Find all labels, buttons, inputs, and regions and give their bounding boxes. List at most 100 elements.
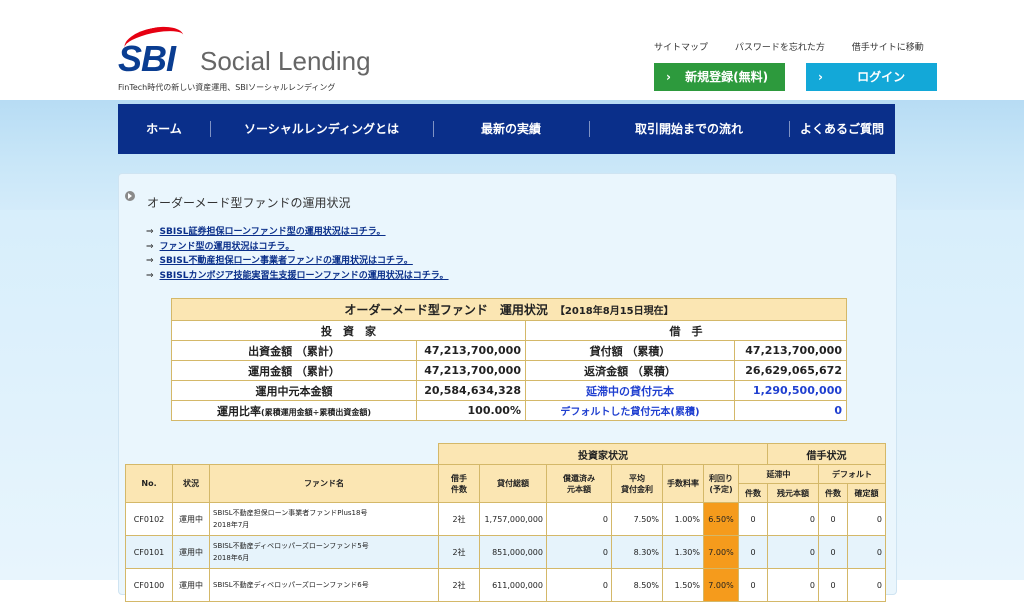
col-status: 状況 xyxy=(172,464,210,503)
arrow-right-icon: ⇒ xyxy=(146,241,154,252)
fund-name-line: SBISL不動産担保ローン事業者ファンドPlus18号 xyxy=(213,509,368,517)
fund-total: 611,000,000 xyxy=(479,568,547,602)
col-borrowers: 借手 件数 xyxy=(438,464,480,503)
summary-value: 26,629,065,672 xyxy=(734,360,847,381)
table-row: CF0101 運用中 SBISL不動産ディベロッパーズローンファンド5号 2018… xyxy=(125,535,886,569)
fund-status: 運用中 xyxy=(172,535,210,569)
empty-cell xyxy=(126,444,439,465)
summary-value: 0 xyxy=(734,400,847,421)
fund-d-amount: 0 xyxy=(767,535,819,569)
nav-results[interactable]: 最新の実績 xyxy=(433,104,589,154)
list-item: ⇒ ファンド型の運用状況はコチラ。 xyxy=(146,240,449,255)
fund-df-count: 0 xyxy=(818,502,848,536)
fund-name-line: SBISL不動産ディベロッパーズローンファンド5号 xyxy=(213,542,369,550)
fund-df-amount: 0 xyxy=(847,502,886,536)
col-avg-1: 平均 xyxy=(629,473,645,483)
securities-fund-link[interactable]: SBISL証券担保ローンファンド型の運用状況はコチラ。 xyxy=(160,227,386,237)
fund-rate: 8.30% xyxy=(611,535,663,569)
table-row: 出資金額 （累計） 47,213,700,000 貸付額 （累積） 47,213… xyxy=(171,340,847,361)
nav-about[interactable]: ソーシャルレンディングとは xyxy=(210,104,433,154)
nav-flow[interactable]: 取引開始までの流れ xyxy=(589,104,789,154)
col-d-remaining: 残元本額 xyxy=(767,483,819,503)
col-borrowers-2: 件数 xyxy=(451,484,467,494)
summary-value: 47,213,700,000 xyxy=(416,360,526,381)
col-yield-2: (予定) xyxy=(709,484,733,494)
table-row: CF0102 運用中 SBISL不動産担保ローン事業者ファンドPlus18号 20… xyxy=(125,502,886,536)
table-row: CF0100 運用中 SBISL不動産ディベロッパーズローンファンド6号 2社 … xyxy=(125,568,886,602)
fund-df-count: 0 xyxy=(818,535,848,569)
fund-date: 2018年7月 xyxy=(213,521,250,529)
fund-links: ⇒ SBISL証券担保ローンファンド型の運用状況はコチラ。 ⇒ ファンド型の運用状況… xyxy=(146,225,449,283)
arrow-right-icon: ⇒ xyxy=(146,256,154,266)
borrower-site-link[interactable]: 借手サイトに移動 xyxy=(852,43,924,53)
list-item: ⇒ SBISLカンボジア技能実習生支援ローンファンドの運用状況はコチラ。 xyxy=(146,269,449,284)
col-fund-name: ファンド名 xyxy=(209,464,439,503)
arrow-right-icon: ⇒ xyxy=(146,270,154,281)
fund-name: SBISL不動産ディベロッパーズローンファンド5号 2018年6月 xyxy=(209,535,439,569)
main-nav: ホーム ソーシャルレンディングとは 最新の実績 取引開始までの流れ よくあるご質… xyxy=(118,104,895,154)
summary-label: 貸付額 （累積） xyxy=(525,340,735,361)
fund-repaid: 0 xyxy=(546,568,612,602)
fund-type-link[interactable]: ファンド型の運用状況はコチラ。 xyxy=(160,242,295,252)
fund-fee: 1.50% xyxy=(662,568,704,602)
table-row: 運用金額 （累計） 47,213,700,000 返済金額 （累積） 26,62… xyxy=(171,360,847,381)
tagline: FinTech時代の新しい資産運用、SBIソーシャルレンディング xyxy=(118,83,336,92)
register-button[interactable]: › 新規登録(無料) xyxy=(654,63,785,91)
site-header: SBI Social Lending FinTech時代の新しい資産運用、SBI… xyxy=(0,0,1024,100)
funds-table: 投資家状況 借手状況 No. 状況 ファンド名 借手 件数 貸付総額 償還済み 元本… xyxy=(125,443,886,602)
fund-d-amount: 0 xyxy=(767,502,819,536)
fund-df-amount: 0 xyxy=(847,535,886,569)
nav-faq[interactable]: よくあるご質問 xyxy=(789,104,895,154)
summary-title-row: オーダーメード型ファンド 運用状況 【2018年8月15日現在】 xyxy=(171,298,847,321)
fund-df-count: 0 xyxy=(818,568,848,602)
fund-date: 2018年6月 xyxy=(213,554,250,562)
fund-d-amount: 0 xyxy=(767,568,819,602)
sitemap-link[interactable]: サイトマップ xyxy=(654,43,708,53)
col-no: No. xyxy=(125,464,173,503)
table-row: 運用比率(累積運用金額÷累積出資金額) 100.00% デフォルトした貸付元本(… xyxy=(171,400,847,421)
fund-rate: 8.50% xyxy=(611,568,663,602)
summary-value: 1,290,500,000 xyxy=(734,380,847,401)
col-yield: 利回り (予定) xyxy=(703,464,739,503)
default-link[interactable]: デフォルトした貸付元本(累積) xyxy=(525,400,735,421)
col-avg-2: 貸付金利 xyxy=(621,484,653,494)
fund-total: 1,757,000,000 xyxy=(479,502,547,536)
fund-borrowers: 2社 xyxy=(438,502,480,536)
col-delinquent: 延滞中 xyxy=(738,464,819,484)
fund-yield: 7.00% xyxy=(703,568,739,602)
summary-value: 47,213,700,000 xyxy=(734,340,847,361)
ratio-label: 運用比率(累積運用金額÷累積出資金額) xyxy=(171,400,417,421)
delinquent-link[interactable]: 延滞中の貸付元本 xyxy=(525,380,735,401)
funds-header-row: No. 状況 ファンド名 借手 件数 貸付総額 償還済み 元本額 平均 貸付金利 手数… xyxy=(125,464,886,503)
col-borrowers-1: 借手 xyxy=(451,473,467,483)
forgot-password-link[interactable]: パスワードを忘れた方 xyxy=(735,43,825,53)
col-d-count: 件数 xyxy=(738,483,768,503)
fund-d-count: 0 xyxy=(738,535,768,569)
fund-no: CF0101 xyxy=(125,535,173,569)
chevron-right-icon: › xyxy=(666,70,671,84)
bullet-icon xyxy=(125,191,135,201)
login-button[interactable]: › ログイン xyxy=(806,63,937,91)
fund-status: 運用中 xyxy=(172,568,210,602)
login-label: ログイン xyxy=(857,70,906,84)
fund-no: CF0102 xyxy=(125,502,173,536)
investor-header: 投 資 家 xyxy=(171,320,526,341)
nav-home[interactable]: ホーム xyxy=(118,104,210,154)
fund-d-count: 0 xyxy=(738,502,768,536)
logo-mark: SBI xyxy=(118,38,176,79)
cambodia-fund-link[interactable]: SBISLカンボジア技能実習生支援ローンファンドの運用状況はコチラ。 xyxy=(160,271,449,281)
investor-status-header: 投資家状況 xyxy=(438,443,768,465)
top-links: サイトマップ パスワードを忘れた方 借手サイトに移動 xyxy=(654,40,948,53)
borrower-header: 借 手 xyxy=(525,320,847,341)
funds-group-header: 投資家状況 借手状況 xyxy=(126,443,886,465)
ratio-note: (累積運用金額÷累積出資金額) xyxy=(260,407,371,417)
list-item: ⇒ SBISL証券担保ローンファンド型の運用状況はコチラ。 xyxy=(146,225,449,240)
ratio-label-text: 運用比率 xyxy=(216,404,261,418)
logo-name: Social Lending xyxy=(200,46,371,76)
fund-yield: 7.00% xyxy=(703,535,739,569)
fund-status: 運用中 xyxy=(172,502,210,536)
fund-no: CF0100 xyxy=(125,568,173,602)
fund-repaid: 0 xyxy=(546,502,612,536)
col-df-count: 件数 xyxy=(818,483,848,503)
real-estate-fund-link[interactable]: SBISL不動産担保ローン事業者ファンドの運用状況はコチラ。 xyxy=(160,256,413,266)
